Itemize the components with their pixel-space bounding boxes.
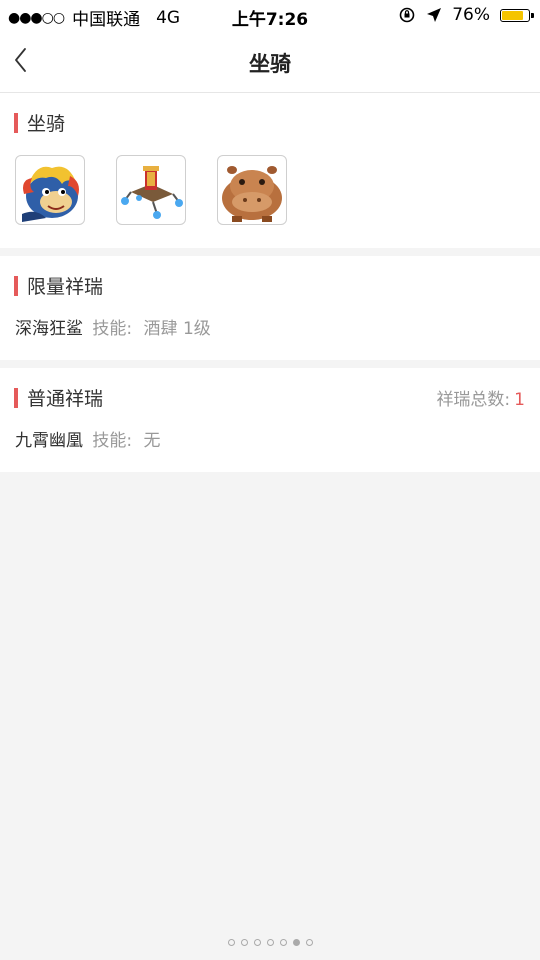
page-dot[interactable] xyxy=(279,939,287,946)
total-count: 祥瑞总数: 1 xyxy=(436,385,525,410)
page-dot[interactable] xyxy=(227,939,235,946)
page-dot[interactable] xyxy=(292,939,300,946)
entry-name: 深海狂鲨 xyxy=(15,319,83,339)
section-title-normal: 普通祥瑞 xyxy=(27,388,104,410)
page-dot[interactable] xyxy=(305,939,313,946)
status-right: 76% xyxy=(398,5,534,25)
normal-entry: 九霄幽凰 技能: 无 xyxy=(15,426,161,451)
page-title: 坐骑 xyxy=(249,52,291,76)
hippo-mount-icon xyxy=(222,166,282,222)
mount-slot-2[interactable] xyxy=(116,155,186,225)
skill-label: 技能: xyxy=(92,319,133,339)
mount-slot-1[interactable] xyxy=(15,155,85,225)
entry-name: 九霄幽凰 xyxy=(15,431,83,451)
normal-card: 普通祥瑞 祥瑞总数: 1 九霄幽凰 技能: 无 xyxy=(0,368,540,472)
mounts-section-header: 坐骑 xyxy=(14,109,65,136)
section-accent-bar xyxy=(14,275,18,296)
page-dot[interactable] xyxy=(240,939,248,946)
orientation-lock-icon xyxy=(399,7,415,23)
battery-level xyxy=(502,10,524,20)
normal-section-header: 普通祥瑞 xyxy=(14,384,103,411)
status-bar: ●●●○○ 中国联通 4G 上午7:26 76% xyxy=(0,0,540,32)
skill-label: 技能: xyxy=(92,431,133,451)
battery-percent: 76% xyxy=(452,5,490,25)
flying-cart-mount-icon xyxy=(121,166,183,219)
section-accent-bar xyxy=(14,387,18,408)
section-accent-bar xyxy=(14,112,18,133)
skill-value: 酒肆 1级 xyxy=(143,319,211,339)
section-title-mounts: 坐骑 xyxy=(27,113,66,135)
battery-icon xyxy=(500,8,534,22)
limited-entry: 深海狂鲨 技能: 酒肆 1级 xyxy=(15,314,211,339)
section-title-limited: 限量祥瑞 xyxy=(27,276,104,298)
page-dot[interactable] xyxy=(266,939,274,946)
mounts-card: 坐骑 xyxy=(0,93,540,248)
blue-dragon-mount-icon xyxy=(22,166,79,222)
total-label: 祥瑞总数: xyxy=(436,390,511,410)
location-arrow-icon xyxy=(427,8,442,22)
skill-value: 无 xyxy=(143,431,161,451)
limited-card: 限量祥瑞 深海狂鲨 技能: 酒肆 1级 xyxy=(0,256,540,360)
total-value: 1 xyxy=(514,390,525,410)
mount-slot-3[interactable] xyxy=(217,155,287,225)
page-indicator[interactable] xyxy=(0,939,540,946)
limited-section-header: 限量祥瑞 xyxy=(14,272,103,299)
page-dot[interactable] xyxy=(253,939,261,946)
nav-bar: 坐骑 xyxy=(0,32,540,93)
